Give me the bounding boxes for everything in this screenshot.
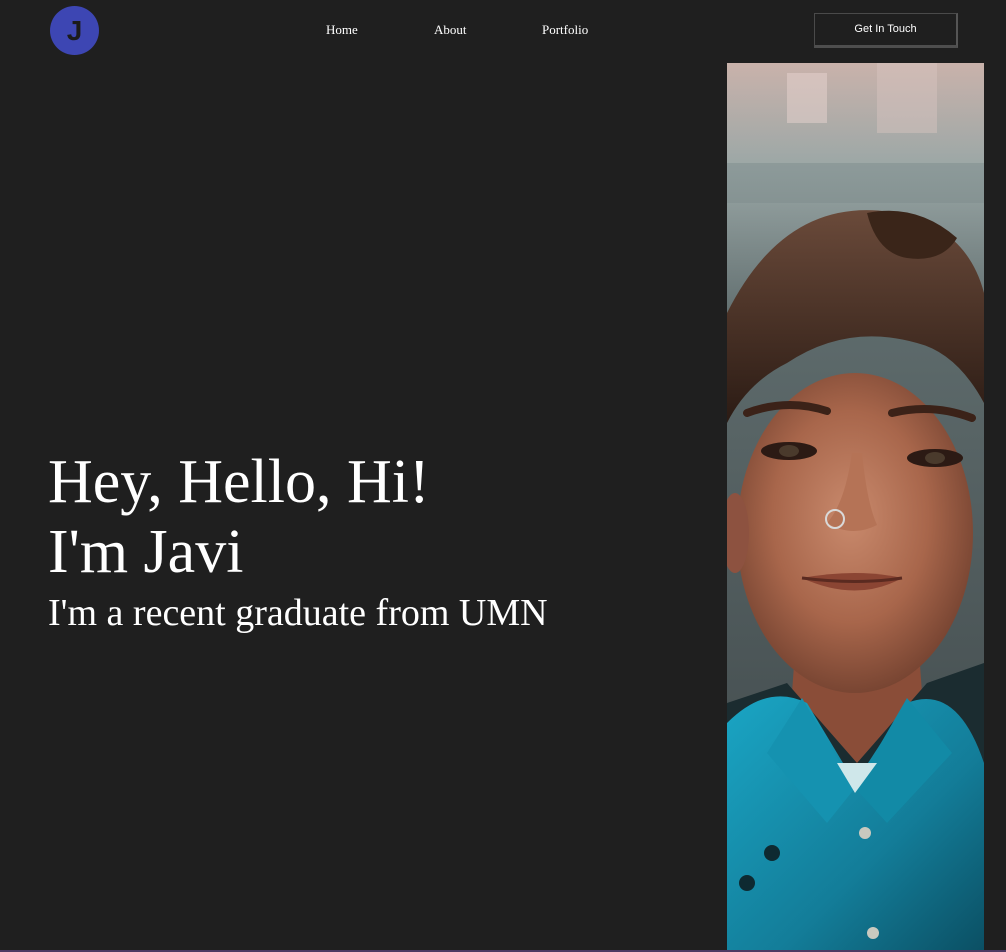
- hero-tagline: I'm a recent graduate from UMN: [48, 592, 548, 634]
- hero-greeting: Hey, Hello, Hi!: [48, 448, 430, 516]
- profile-photo: [727, 63, 984, 952]
- logo-badge[interactable]: J: [50, 6, 99, 55]
- get-in-touch-label: Get In Touch: [854, 22, 917, 35]
- nav-link-home[interactable]: Home: [326, 22, 358, 38]
- nav-link-about[interactable]: About: [434, 22, 467, 38]
- logo-letter: J: [66, 14, 83, 46]
- get-in-touch-button[interactable]: Get In Touch: [814, 13, 958, 48]
- hero-name: I'm Javi: [48, 518, 244, 586]
- nav-link-portfolio[interactable]: Portfolio: [542, 22, 588, 38]
